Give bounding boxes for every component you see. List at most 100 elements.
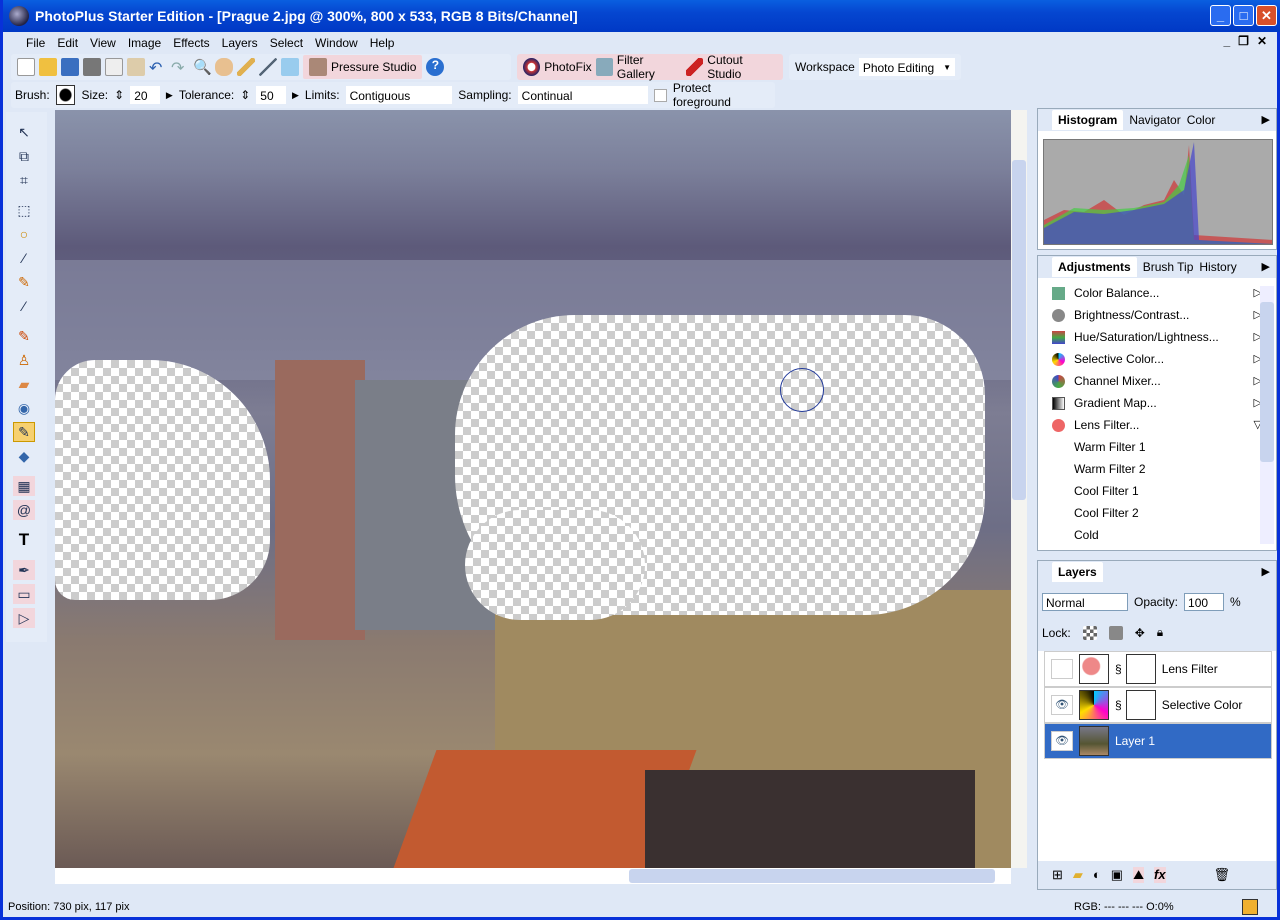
workspace-select[interactable]: Photo Editing ▼ (858, 58, 955, 76)
blend-mode-select[interactable]: Normal (1042, 593, 1128, 611)
adjustment-hue-saturation[interactable]: Hue/Saturation/Lightness... ▷ (1038, 326, 1276, 348)
preset-warm-filter-1[interactable]: Warm Filter 1 (1038, 436, 1276, 458)
menu-image[interactable]: Image (124, 36, 169, 50)
open-icon[interactable] (39, 58, 57, 76)
preset-warm-filter-2[interactable]: Warm Filter 2 (1038, 458, 1276, 480)
new-icon[interactable] (17, 58, 35, 76)
node-tool-icon[interactable]: ▷ (13, 608, 35, 628)
red-eye-icon[interactable]: ◉ (13, 398, 35, 418)
menu-effects[interactable]: Effects (169, 36, 217, 50)
adjustment-brightness-contrast[interactable]: Brightness/Contrast... ▷ (1038, 304, 1276, 326)
depth-map-icon[interactable]: ⛰ (1133, 867, 1144, 883)
clone-stamp-icon[interactable]: ♙ (13, 350, 35, 370)
pen-tool-icon[interactable]: ✒ (13, 560, 35, 580)
fill-icon[interactable]: ◆ (13, 446, 35, 466)
tab-brush-tip[interactable]: Brush Tip (1143, 260, 1194, 274)
adjustment-gradient-map[interactable]: Gradient Map... ▷ (1038, 392, 1276, 414)
pointer-icon[interactable] (281, 58, 299, 76)
new-group-icon[interactable]: ▰ (1073, 867, 1083, 883)
lock-pixels-icon[interactable] (1108, 625, 1123, 640)
layer-row-layer-1[interactable]: 👁 Layer 1 (1044, 723, 1272, 759)
sampling-select[interactable]: Continual (517, 86, 649, 104)
maximize-button[interactable]: □ (1233, 5, 1254, 26)
adjustment-lens-filter[interactable]: Lens Filter... ▽ (1038, 414, 1276, 436)
doc-minimize-button[interactable]: _ (1223, 34, 1230, 48)
menu-window[interactable]: Window (311, 36, 366, 50)
tolerance-spinner[interactable]: ⇕ (240, 88, 250, 102)
adjustment-layer-icon[interactable]: ◐ (1093, 867, 1101, 883)
lock-all-icon[interactable]: 🔒︎ (1157, 625, 1163, 640)
adjustment-color-balance[interactable]: Color Balance... ▷ (1038, 282, 1276, 304)
warp-tool-icon[interactable]: ▦ (13, 476, 35, 496)
fx-icon[interactable]: fx (1153, 867, 1166, 883)
menu-help[interactable]: Help (366, 36, 403, 50)
pen-icon[interactable] (259, 58, 277, 76)
deform-tool-icon[interactable]: ⧉ (13, 146, 35, 166)
photofix-icon[interactable] (523, 58, 541, 76)
print-icon[interactable] (83, 58, 101, 76)
horizontal-scrollbar[interactable] (55, 868, 1011, 884)
lasso-icon[interactable]: ○ (13, 224, 35, 244)
ruler-icon[interactable] (237, 58, 255, 76)
image-canvas[interactable] (55, 110, 1011, 868)
limits-select[interactable]: Contiguous (345, 86, 453, 104)
brush-picker[interactable] (55, 85, 76, 105)
tab-layers[interactable]: Layers (1052, 562, 1103, 582)
menu-view[interactable]: View (86, 36, 124, 50)
visibility-toggle[interactable]: 👁 (1051, 659, 1073, 679)
adjustment-channel-mixer[interactable]: Channel Mixer... ▷ (1038, 370, 1276, 392)
tab-navigator[interactable]: Navigator (1129, 113, 1180, 127)
tolerance-slider-arrow-icon[interactable]: ▶ (292, 90, 299, 101)
redo-icon[interactable]: ↷ (171, 58, 189, 77)
cutout-studio-icon[interactable] (686, 58, 704, 76)
doc-restore-button[interactable]: ❐ (1238, 34, 1249, 48)
new-layer-icon[interactable]: ⊞ (1052, 867, 1063, 883)
help-icon[interactable]: ? (426, 58, 445, 76)
menu-edit[interactable]: Edit (53, 36, 86, 50)
tab-adjustments[interactable]: Adjustments (1052, 257, 1137, 277)
background-eraser-icon[interactable]: ✎ (13, 422, 35, 442)
panel-menu-icon[interactable]: ▶ (1262, 260, 1270, 273)
filter-gallery-icon[interactable] (595, 58, 613, 76)
tab-color[interactable]: Color (1187, 113, 1216, 127)
preset-cold[interactable]: Cold (1038, 524, 1276, 546)
vertical-scroll-thumb[interactable] (1012, 160, 1026, 500)
lock-transparency-icon[interactable] (1082, 625, 1097, 640)
visibility-toggle[interactable]: 👁 (1051, 731, 1073, 751)
save-icon[interactable] (61, 58, 79, 76)
close-button[interactable]: ✕ (1256, 5, 1277, 26)
hand-icon[interactable] (215, 58, 233, 76)
panel-menu-icon[interactable]: ▶ (1262, 113, 1270, 126)
vertical-scrollbar[interactable] (1011, 110, 1027, 868)
preset-cool-filter-2[interactable]: Cool Filter 2 (1038, 502, 1276, 524)
visibility-toggle[interactable]: 👁 (1051, 695, 1073, 715)
panel-menu-icon[interactable]: ▶ (1262, 565, 1270, 578)
magic-wand-icon[interactable]: ⁄ (13, 248, 35, 268)
tolerance-input[interactable]: 50 (256, 86, 286, 104)
lock-position-icon[interactable]: ✥ (1135, 626, 1145, 640)
layer-row-selective-color[interactable]: 👁 § Selective Color (1044, 687, 1272, 723)
zoom-icon[interactable]: 🔍 (193, 58, 212, 76)
protect-foreground-checkbox[interactable] (654, 88, 667, 102)
delete-layer-icon[interactable]: 🗑︎ (1214, 867, 1231, 883)
resize-grip-icon[interactable] (1242, 898, 1258, 915)
menu-layers[interactable]: Layers (218, 36, 266, 50)
text-tool-icon[interactable]: T (13, 530, 35, 550)
doc-close-button[interactable]: ✕ (1257, 34, 1267, 48)
layer-row-lens-filter[interactable]: 👁 § Lens Filter (1044, 651, 1272, 687)
photofix-button[interactable]: PhotoFix (544, 60, 591, 74)
horizontal-scroll-thumb[interactable] (629, 869, 995, 883)
twirl-tool-icon[interactable]: @ (13, 500, 35, 520)
filter-gallery-button[interactable]: Filter Gallery (617, 53, 682, 81)
opacity-input[interactable]: 100 (1184, 593, 1225, 611)
pressure-studio-button[interactable]: Pressure Studio (303, 55, 423, 79)
tab-history[interactable]: History (1199, 260, 1236, 274)
undo-icon[interactable]: ↶ (149, 58, 167, 77)
color-pickup-icon[interactable]: ⁄ (13, 296, 35, 316)
size-spinner[interactable]: ⇕ (114, 88, 124, 102)
size-slider-arrow-icon[interactable]: ▶ (166, 90, 173, 101)
crop-tool-icon[interactable]: ⌗ (13, 170, 35, 190)
move-tool-icon[interactable]: ↖ (13, 122, 35, 142)
minimize-button[interactable]: _ (1210, 5, 1231, 26)
selection-brush-icon[interactable]: ✎ (13, 272, 35, 292)
